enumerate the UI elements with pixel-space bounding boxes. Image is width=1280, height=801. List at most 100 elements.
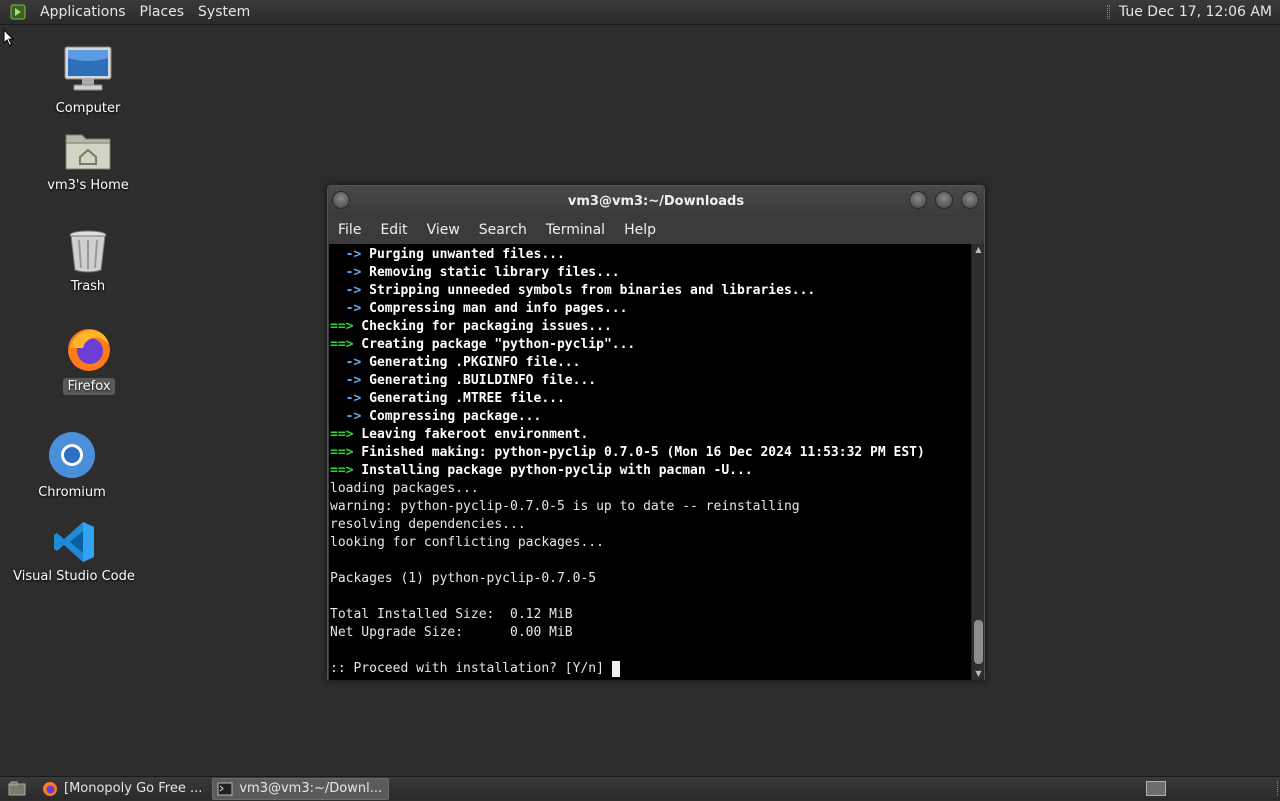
menu-help[interactable]: Help <box>616 222 667 238</box>
taskbar-task-terminal[interactable]: vm3@vm3:~/Downl... <box>212 777 390 800</box>
terminal-line-text: resolving dependencies... <box>330 517 526 532</box>
menu-edit[interactable]: Edit <box>372 222 418 238</box>
trash-icon <box>69 230 107 273</box>
terminal-line-text: Packages (1) python-pyclip-0.7.0-5 <box>330 571 597 586</box>
desktop-icon-label: Firefox <box>63 378 115 395</box>
window-title: vm3@vm3:~/Downloads <box>567 193 745 209</box>
menu-file[interactable]: File <box>330 222 372 238</box>
desktop-icon-firefox[interactable]: Firefox <box>29 326 149 395</box>
terminal-line: loading packages... <box>330 480 971 498</box>
terminal-line-text: Stripping unneeded symbols from binaries… <box>361 283 816 298</box>
terminal-line-text: Generating .PKGINFO file... <box>361 355 581 370</box>
terminal-line-text: Creating package "python-pyclip"... <box>353 337 636 352</box>
workspace-switcher[interactable] <box>1146 781 1166 796</box>
desktop-icon-chromium[interactable]: Chromium <box>12 430 132 501</box>
terminal-line: Net Upgrade Size: 0.00 MiB <box>330 624 971 642</box>
taskbar-task-firefox[interactable]: [Monopoly Go Free ... <box>38 778 208 800</box>
system-menu[interactable]: System <box>191 4 257 20</box>
terminal-titlebar[interactable]: vm3@vm3:~/Downloads <box>328 186 984 216</box>
desktop-icon-home[interactable]: vm3's Home <box>28 127 148 194</box>
desktop-icon-trash[interactable]: Trash <box>28 228 148 295</box>
scroll-up-icon[interactable]: ▲ <box>972 244 985 256</box>
menu-search[interactable]: Search <box>471 222 538 238</box>
desktop-icon-label: Visual Studio Code <box>13 569 135 584</box>
panel-handle[interactable] <box>1106 5 1110 19</box>
terminal-cursor <box>611 660 620 677</box>
terminal-line-text: Generating .MTREE file... <box>361 391 565 406</box>
terminal-line-text: warning: python-pyclip-0.7.0-5 is up to … <box>330 499 800 514</box>
terminal-line-text: :: Proceed with installation? [Y/n] <box>330 661 612 676</box>
scrollbar-thumb[interactable] <box>974 620 983 664</box>
mouse-cursor-icon <box>3 28 15 51</box>
terminal-line: Total Installed Size: 0.12 MiB <box>330 606 971 624</box>
terminal-line-text: loading packages... <box>330 481 479 496</box>
terminal-line: -> Generating .MTREE file... <box>330 390 971 408</box>
window-menu-button[interactable] <box>332 191 350 209</box>
desktop-icon-label: Trash <box>70 279 106 294</box>
terminal-line-text: Leaving fakeroot environment. <box>353 427 589 442</box>
terminal-line-text: Net Upgrade Size: 0.00 MiB <box>330 625 573 640</box>
terminal-line: ==> Leaving fakeroot environment. <box>330 426 971 444</box>
terminal-line: -> Compressing man and info pages... <box>330 300 971 318</box>
terminal-line-prefix: -> <box>330 373 362 388</box>
show-desktop-icon[interactable] <box>8 781 26 797</box>
top-panel: Applications Places System Tue Dec 17, 1… <box>0 0 1280 25</box>
terminal-line-prefix: ==> <box>330 445 354 460</box>
firefox-icon <box>68 329 110 371</box>
maximize-button[interactable] <box>935 191 953 209</box>
terminal-line-prefix: -> <box>330 409 362 424</box>
desktop-icon-label: Computer <box>55 101 121 116</box>
terminal-line-text: Generating .BUILDINFO file... <box>361 373 597 388</box>
terminal-line-text: Checking for packaging issues... <box>353 319 612 334</box>
terminal-window[interactable]: vm3@vm3:~/Downloads File Edit View Searc… <box>327 185 985 680</box>
terminal-line: -> Purging unwanted files... <box>330 246 971 264</box>
terminal-line-prefix: ==> <box>330 337 354 352</box>
terminal-line-prefix: -> <box>330 301 362 316</box>
vscode-icon <box>54 522 94 562</box>
terminal-menubar: File Edit View Search Terminal Help <box>328 216 984 244</box>
terminal-line-prefix: -> <box>330 391 362 406</box>
applications-logo-icon[interactable] <box>9 3 27 21</box>
desktop-icon-computer[interactable]: Computer <box>28 44 148 117</box>
terminal-line-prefix: -> <box>330 355 362 370</box>
terminal-line-text: Installing package python-pyclip with pa… <box>353 463 753 478</box>
clock[interactable]: Tue Dec 17, 12:06 AM <box>1119 4 1272 20</box>
terminal-line: warning: python-pyclip-0.7.0-5 is up to … <box>330 498 971 516</box>
places-menu[interactable]: Places <box>133 4 192 20</box>
terminal-line-text: Compressing man and info pages... <box>361 301 628 316</box>
desktop-icon-label: vm3's Home <box>47 178 129 193</box>
menu-terminal[interactable]: Terminal <box>538 222 616 238</box>
menu-view[interactable]: View <box>419 222 471 238</box>
terminal-line-text: Total Installed Size: 0.12 MiB <box>330 607 573 622</box>
chromium-icon <box>49 432 95 478</box>
terminal-line-prefix: ==> <box>330 319 354 334</box>
computer-icon <box>64 46 112 91</box>
terminal-line-text: Finished making: python-pyclip 0.7.0-5 (… <box>353 445 925 460</box>
home-folder-icon <box>65 134 111 170</box>
desktop-icon-label: Chromium <box>38 485 106 500</box>
terminal-scrollbar[interactable]: ▲ ▼ <box>971 244 984 680</box>
terminal-line: ==> Installing package python-pyclip wit… <box>330 462 971 480</box>
firefox-icon <box>43 781 57 796</box>
minimize-button[interactable] <box>909 191 927 209</box>
terminal-icon <box>217 782 233 795</box>
terminal-line: -> Generating .BUILDINFO file... <box>330 372 971 390</box>
terminal-line: -> Generating .PKGINFO file... <box>330 354 971 372</box>
terminal-line: -> Stripping unneeded symbols from binar… <box>330 282 971 300</box>
terminal-line-prefix: ==> <box>330 427 354 442</box>
terminal-line-text: Removing static library files... <box>361 265 620 280</box>
terminal-line: ==> Checking for packaging issues... <box>330 318 971 336</box>
terminal-line: ==> Finished making: python-pyclip 0.7.0… <box>330 444 971 462</box>
scroll-down-icon[interactable]: ▼ <box>972 668 985 680</box>
terminal-line-prefix: ==> <box>330 463 354 478</box>
terminal-output[interactable]: -> Purging unwanted files... -> Removing… <box>329 244 971 680</box>
bottom-panel: [Monopoly Go Free ... vm3@vm3:~/Downl... <box>0 776 1280 800</box>
terminal-line: looking for conflicting packages... <box>330 534 971 552</box>
close-button[interactable] <box>961 191 979 209</box>
applications-menu[interactable]: Applications <box>33 4 133 20</box>
desktop-icon-vscode[interactable]: Visual Studio Code <box>13 520 135 585</box>
terminal-line-text: Purging unwanted files... <box>361 247 565 262</box>
terminal-line-prefix: -> <box>330 247 362 262</box>
